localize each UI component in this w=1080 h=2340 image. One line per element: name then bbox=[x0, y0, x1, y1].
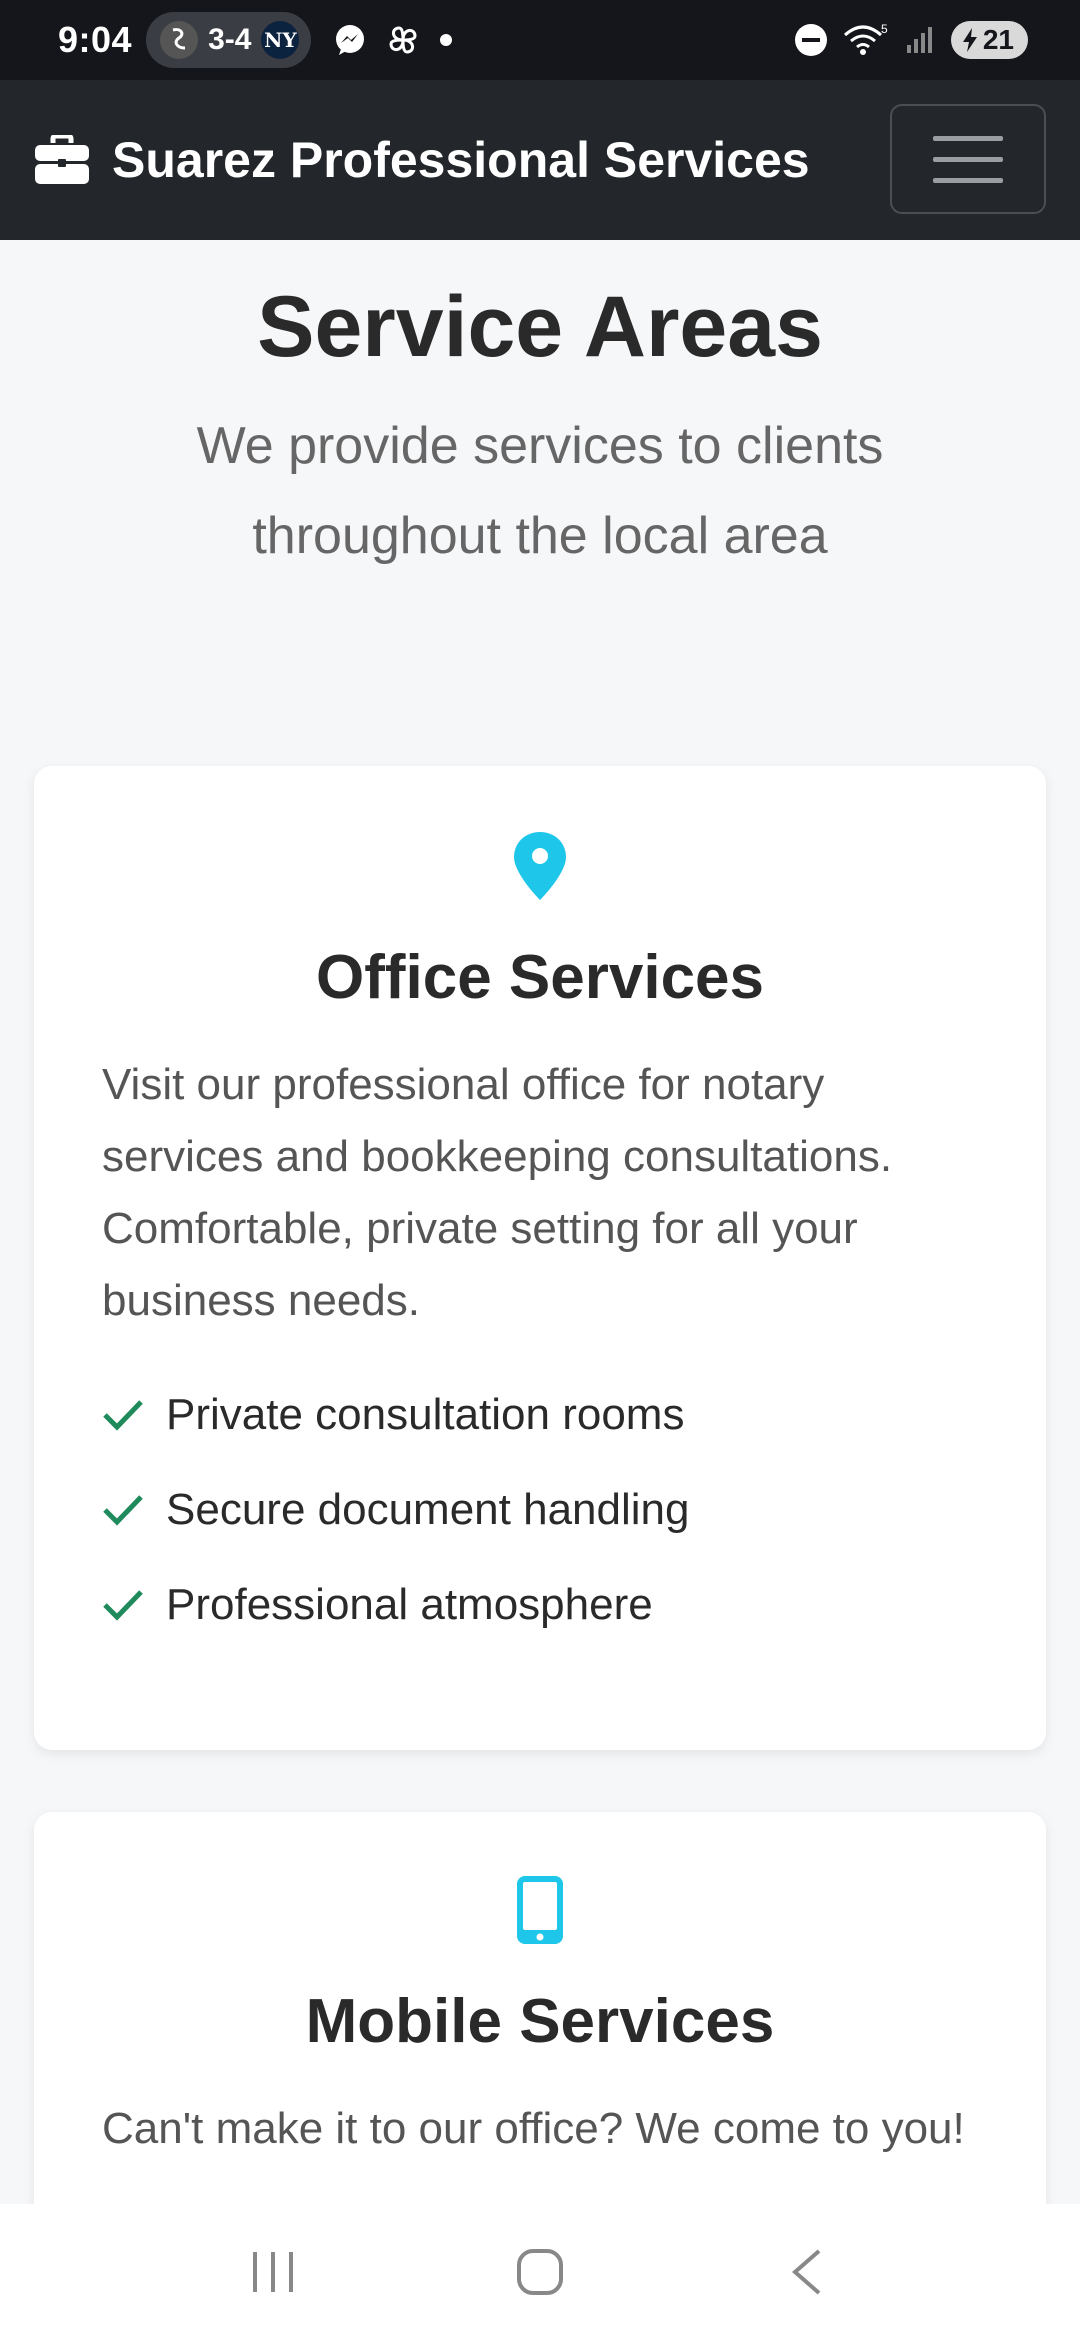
screen: 9:04 3-4 NY 5 21 Suarez Professional Ser… bbox=[0, 0, 1080, 2340]
card-title: Office Services bbox=[315, 943, 765, 1012]
battery-indicator: 21 bbox=[950, 21, 1028, 59]
pinwheel-icon bbox=[389, 26, 417, 54]
charging-bolt-icon bbox=[962, 28, 977, 52]
page-subtitle: We provide services to clients throughou… bbox=[196, 417, 884, 565]
system-nav-bar bbox=[0, 2204, 1080, 2340]
recent-apps-button[interactable] bbox=[213, 2232, 333, 2312]
white-sox-logo-icon bbox=[160, 21, 199, 59]
do-not-disturb-icon bbox=[794, 24, 827, 56]
status-time: 9:04 bbox=[58, 19, 133, 60]
card-title: Mobile Services bbox=[305, 1987, 775, 2056]
top-navbar: Suarez Professional Services bbox=[0, 80, 1080, 240]
card-description: Can't make it to our office? We come to … bbox=[102, 2104, 965, 2153]
battery-level: 21 bbox=[982, 24, 1014, 55]
feature-item: Private consultation rooms bbox=[102, 1367, 978, 1462]
check-icon bbox=[103, 1399, 143, 1431]
menu-toggle-button[interactable] bbox=[890, 104, 1046, 214]
brand-title: Suarez Professional Services bbox=[112, 132, 810, 188]
check-icon bbox=[103, 1494, 143, 1526]
feature-label: Secure document handling bbox=[166, 1484, 690, 1534]
hero-section: Service Areas We provide services to cli… bbox=[0, 240, 1080, 581]
messenger-icon bbox=[336, 25, 365, 55]
feature-item: Professional atmosphere bbox=[102, 1557, 978, 1652]
back-button[interactable] bbox=[747, 2232, 867, 2312]
recent-apps-icon bbox=[253, 2252, 294, 2292]
feature-list: Private consultation rooms Secure docume… bbox=[102, 1367, 978, 1652]
back-icon bbox=[791, 2249, 820, 2295]
status-left: 9:04 3-4 NY bbox=[58, 12, 453, 68]
map-marker-icon bbox=[514, 832, 566, 900]
yankees-logo-icon: NY bbox=[261, 21, 300, 59]
feature-label: Professional atmosphere bbox=[166, 1579, 653, 1629]
brand-link[interactable]: Suarez Professional Services bbox=[34, 131, 810, 189]
hamburger-line bbox=[933, 177, 1003, 183]
feature-label: Private consultation rooms bbox=[166, 1389, 685, 1439]
status-bar: 9:04 3-4 NY 5 21 bbox=[0, 0, 1080, 80]
hamburger-menu-icon bbox=[933, 135, 1003, 141]
feature-item: Secure document handling bbox=[102, 1462, 978, 1557]
score-text: 3-4 bbox=[208, 23, 252, 56]
briefcase-icon bbox=[35, 135, 89, 184]
dot-icon bbox=[440, 34, 453, 46]
check-icon bbox=[103, 1589, 143, 1621]
mobile-phone-icon bbox=[517, 1876, 563, 1944]
signal-icon bbox=[906, 27, 932, 53]
notification-icons bbox=[333, 22, 453, 58]
card-icon-wrap bbox=[34, 830, 1046, 902]
wifi-icon: 5 bbox=[843, 23, 888, 55]
service-card-office: Office Services Visit our professional o… bbox=[34, 766, 1046, 1750]
home-icon bbox=[516, 2249, 563, 2295]
card-description: Visit our professional office for notary… bbox=[102, 1060, 893, 1325]
card-icon-wrap bbox=[34, 1874, 1046, 1946]
status-right: 5 21 bbox=[794, 21, 1028, 59]
home-button[interactable] bbox=[480, 2232, 600, 2312]
page-title: Service Areas bbox=[257, 279, 823, 375]
score-notification[interactable]: 3-4 NY bbox=[146, 12, 312, 68]
hamburger-line bbox=[933, 156, 1003, 162]
svg-text:5: 5 bbox=[881, 23, 888, 36]
